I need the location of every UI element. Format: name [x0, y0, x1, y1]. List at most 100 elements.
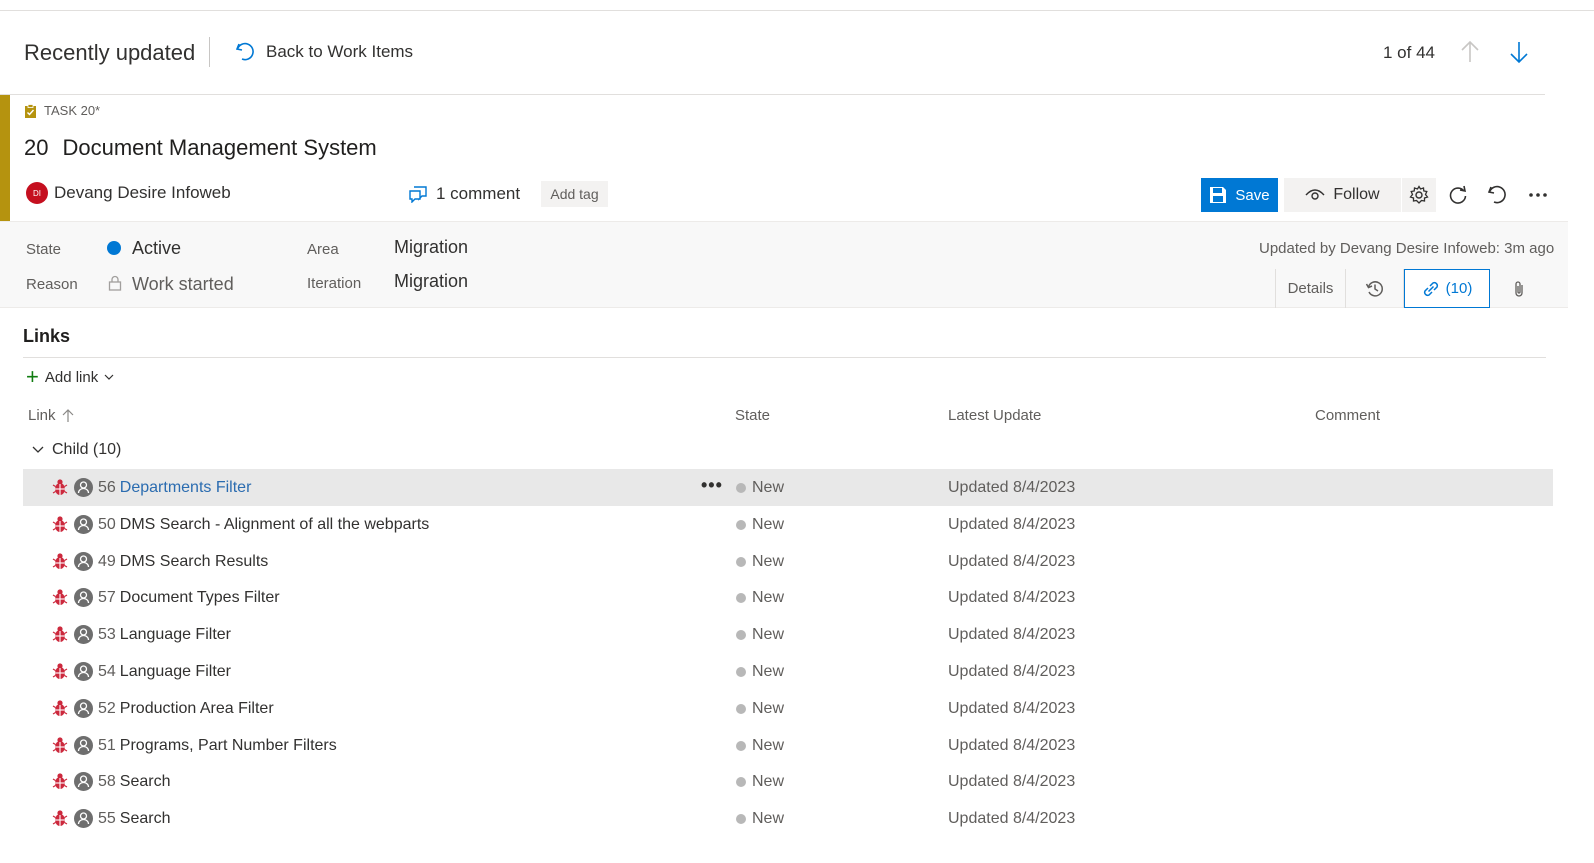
- pager-count: 1 of 44: [1383, 43, 1435, 62]
- link-id: 58: [98, 773, 116, 790]
- area-field[interactable]: Migration: [394, 237, 468, 258]
- link-updated: Updated 8/4/2023: [948, 700, 1076, 717]
- link-title[interactable]: 58 Search: [98, 773, 171, 791]
- link-state: New: [752, 479, 785, 496]
- user-avatar-icon: [74, 625, 93, 644]
- chevron-down-icon: [32, 446, 44, 453]
- link-title[interactable]: 54 Language Filter: [98, 663, 231, 681]
- link-id: 56: [98, 479, 116, 496]
- link-updated: Updated 8/4/2023: [948, 737, 1076, 754]
- bug-icon: [52, 773, 68, 789]
- link-name: Production Area Filter: [119, 700, 274, 717]
- table-row[interactable]: 51 Programs, Part Number Filters New Upda…: [23, 727, 1553, 764]
- child-group-toggle[interactable]: Child (10): [32, 441, 121, 459]
- bug-icon: [52, 553, 68, 569]
- column-header-link[interactable]: Link: [28, 407, 74, 424]
- link-title[interactable]: 52 Production Area Filter: [98, 700, 274, 718]
- assignee-picker[interactable]: DI Devang Desire Infoweb: [26, 182, 231, 204]
- state-new-dot: [736, 593, 746, 603]
- link-updated: Updated 8/4/2023: [948, 626, 1076, 643]
- link-id: 54: [98, 663, 116, 680]
- refresh-button[interactable]: [1447, 184, 1469, 206]
- link-state: New: [752, 589, 785, 606]
- table-row[interactable]: 57 Document Types Filter New Updated 8/4/…: [23, 579, 1553, 616]
- reason-field: Work started: [132, 274, 234, 294]
- back-to-work-items-link[interactable]: Back to Work Items: [234, 41, 413, 63]
- comments-link[interactable]: 1 comment: [408, 184, 520, 204]
- link-state: New: [752, 553, 785, 570]
- undo-button[interactable]: [1486, 184, 1508, 206]
- state-new-dot: [736, 741, 746, 751]
- table-row[interactable]: 49 DMS Search Results New Updated 8/4/202…: [23, 543, 1553, 580]
- column-header-comment[interactable]: Comment: [1315, 407, 1380, 424]
- link-name: Language Filter: [119, 626, 231, 643]
- link-title[interactable]: 51 Programs, Part Number Filters: [98, 737, 337, 755]
- link-name: DMS Search Results: [119, 553, 269, 570]
- link-name: Search: [119, 810, 171, 827]
- history-icon: [1365, 280, 1383, 297]
- tab-links-count: (10): [1445, 280, 1473, 297]
- area-label: Area: [307, 241, 339, 258]
- follow-button[interactable]: Follow: [1284, 178, 1401, 212]
- work-item-type: TASK 20*: [24, 103, 100, 118]
- user-avatar-icon: [74, 662, 93, 681]
- settings-button[interactable]: [1402, 178, 1436, 212]
- column-link-label: Link: [28, 407, 56, 424]
- column-header-state[interactable]: State: [735, 407, 770, 424]
- link-title[interactable]: 57 Document Types Filter: [98, 589, 280, 607]
- table-row[interactable]: 50 DMS Search - Alignment of all the webp…: [23, 506, 1553, 543]
- table-row[interactable]: 58 Search New Updated 8/4/2023: [23, 763, 1553, 800]
- state-active-dot: [107, 241, 121, 255]
- arrow-down-icon[interactable]: [1507, 39, 1531, 65]
- more-actions-button[interactable]: [1527, 184, 1549, 206]
- eye-icon: [1305, 189, 1325, 200]
- add-link-button[interactable]: + Add link: [26, 366, 114, 388]
- iteration-label: Iteration: [307, 275, 362, 292]
- state-new-dot: [736, 667, 746, 677]
- link-name: Programs, Part Number Filters: [119, 737, 337, 754]
- tab-details[interactable]: Details: [1276, 269, 1346, 308]
- state-new-dot: [736, 520, 746, 530]
- bug-icon: [52, 516, 68, 532]
- tab-history[interactable]: [1346, 269, 1404, 308]
- header-divider-bottom: [0, 94, 1545, 95]
- link-title[interactable]: 55 Search: [98, 810, 171, 828]
- row-more-actions-icon[interactable]: •••: [701, 475, 723, 496]
- arrow-up-icon[interactable]: [1458, 39, 1482, 65]
- work-item-title[interactable]: 20 Document Management System: [24, 135, 377, 161]
- follow-button-label: Follow: [1333, 186, 1380, 203]
- link-updated: Updated 8/4/2023: [948, 773, 1076, 790]
- link-title[interactable]: 50 DMS Search - Alignment of all the webp…: [98, 516, 429, 534]
- table-row[interactable]: 56 Departments Filter New Updated 8/4/202…: [23, 469, 1553, 506]
- link-state: New: [752, 700, 785, 717]
- fields-panel: State Active Reason Work started Area Mi…: [0, 221, 1568, 308]
- state-field[interactable]: Active: [132, 238, 181, 259]
- link-updated: Updated 8/4/2023: [948, 589, 1076, 606]
- link-state: New: [752, 810, 785, 827]
- user-avatar-icon: [74, 736, 93, 755]
- column-header-latest-update[interactable]: Latest Update: [948, 407, 1041, 424]
- page-title: Recently updated: [24, 40, 196, 65]
- links-divider: [23, 357, 1546, 358]
- link-title[interactable]: 49 DMS Search Results: [98, 553, 268, 571]
- table-row[interactable]: 52 Production Area Filter New Updated 8/4…: [23, 690, 1553, 727]
- save-button[interactable]: Save: [1201, 178, 1278, 212]
- link-id: 49: [98, 553, 116, 570]
- add-tag-button[interactable]: Add tag: [541, 181, 608, 207]
- refresh-icon: [1449, 185, 1467, 204]
- link-name: Search: [119, 773, 171, 790]
- back-link-label: Back to Work Items: [266, 42, 414, 61]
- iteration-field[interactable]: Migration: [394, 271, 468, 292]
- tab-links[interactable]: (10): [1404, 269, 1490, 308]
- link-title[interactable]: 53 Language Filter: [98, 626, 231, 644]
- link-title[interactable]: 56 Departments Filter: [98, 479, 251, 497]
- tab-attachments[interactable]: [1490, 269, 1548, 308]
- link-id: 55: [98, 810, 116, 827]
- table-row[interactable]: 55 Search New Updated 8/4/2023: [23, 800, 1553, 837]
- link-id: 53: [98, 626, 116, 643]
- bug-icon: [52, 589, 68, 605]
- add-link-label: Add link: [44, 368, 99, 386]
- table-row[interactable]: 54 Language Filter New Updated 8/4/2023: [23, 653, 1553, 690]
- table-row[interactable]: 53 Language Filter New Updated 8/4/2023: [23, 616, 1553, 653]
- bug-icon: [52, 663, 68, 679]
